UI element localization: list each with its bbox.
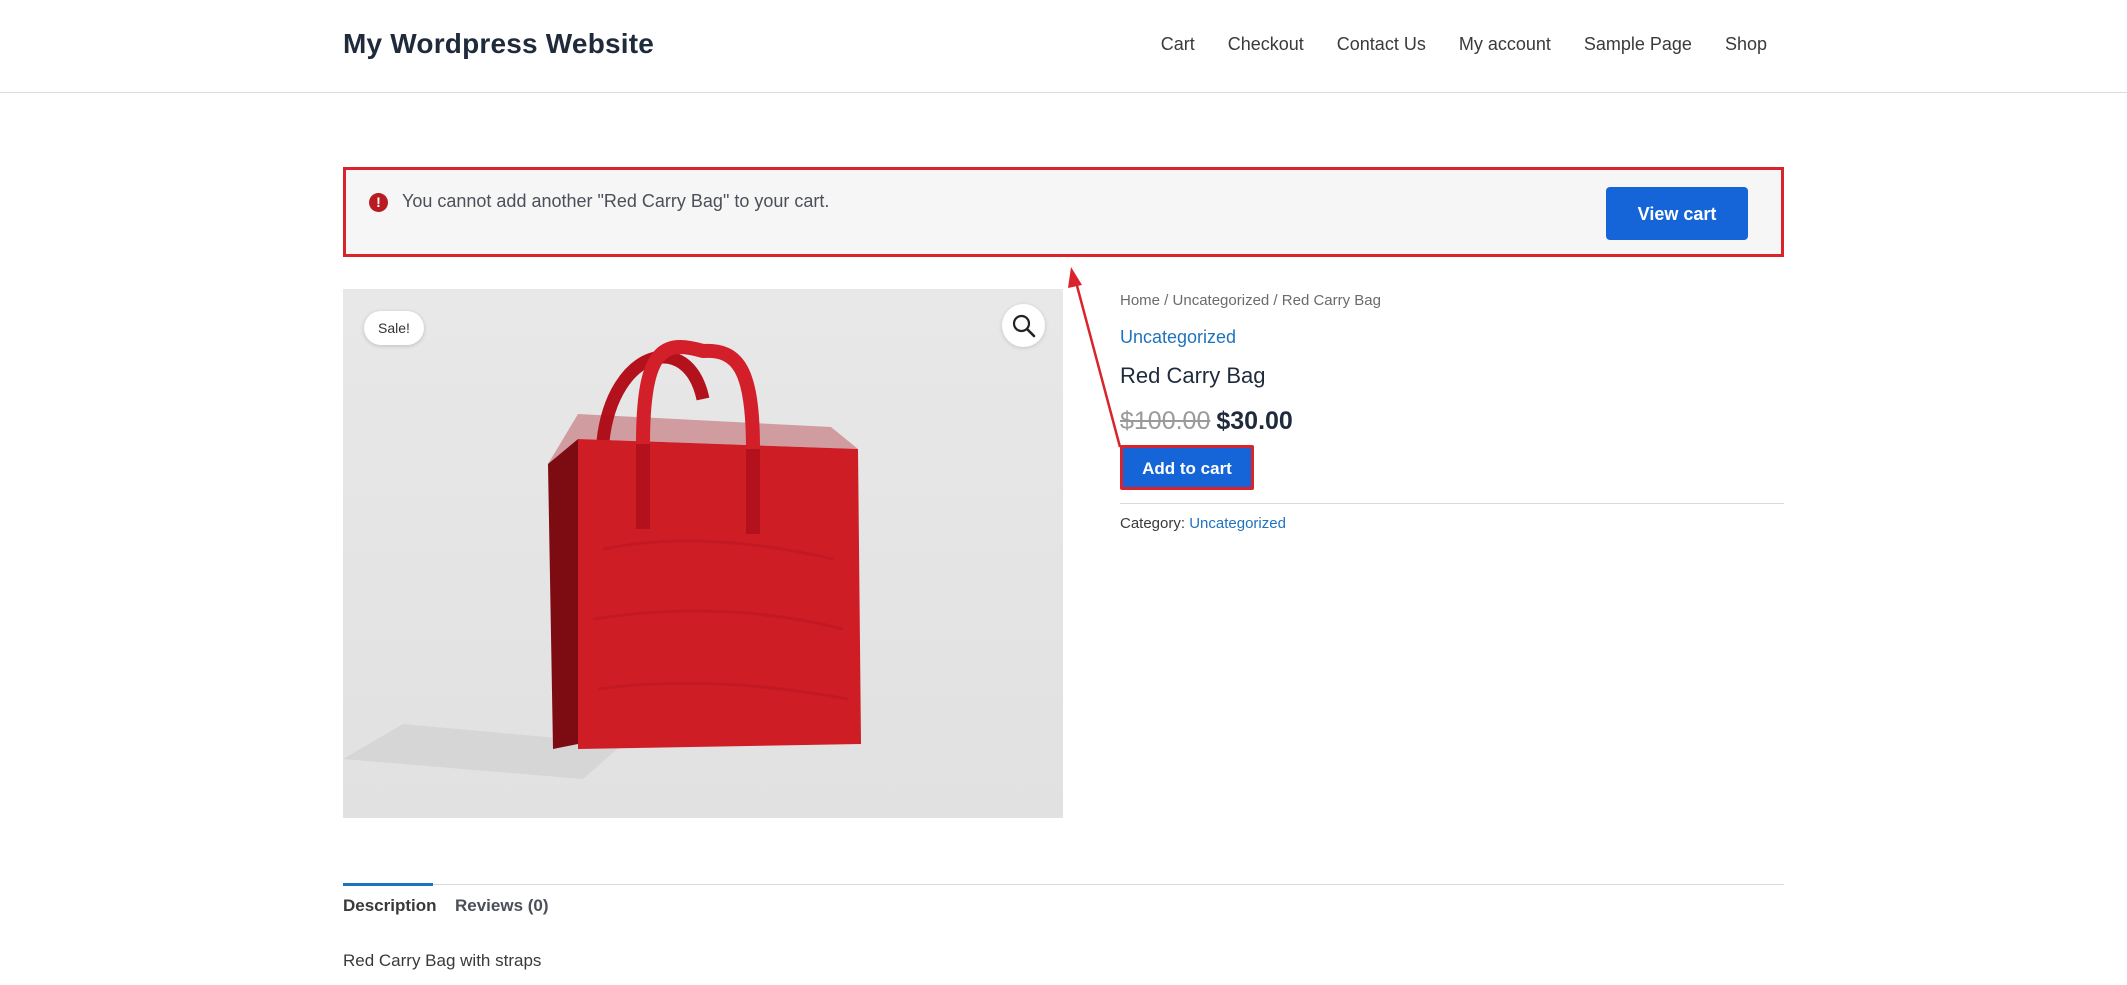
breadcrumb-separator: / [1160, 292, 1173, 309]
product-price: $100.00 $30.00 [1120, 407, 1293, 436]
nav-item-my-account[interactable]: My account [1459, 34, 1551, 55]
nav-item-sample-page[interactable]: Sample Page [1584, 34, 1692, 55]
product-category-link[interactable]: Uncategorized [1120, 327, 1236, 348]
error-icon: ! [369, 193, 388, 212]
product-gallery[interactable]: Sale! [343, 289, 1063, 818]
tab-description[interactable]: Description [343, 896, 437, 916]
site-header: My Wordpress Website Cart Checkout Conta… [0, 0, 2127, 93]
view-cart-button[interactable]: View cart [1606, 187, 1748, 240]
breadcrumb-category[interactable]: Uncategorized [1173, 292, 1270, 309]
add-to-cart-button[interactable]: Add to cart [1120, 445, 1254, 490]
error-notice: ! You cannot add another "Red Carry Bag"… [343, 167, 1784, 257]
annotation-arrow [1068, 267, 1122, 448]
main-nav: Cart Checkout Contact Us My account Samp… [1161, 34, 1767, 55]
product-meta: Category: Uncategorized [1120, 515, 1286, 532]
meta-label: Category: [1120, 515, 1186, 532]
sale-price: $30.00 [1216, 407, 1293, 435]
breadcrumb: Home / Uncategorized / Red Carry Bag [1120, 292, 1381, 309]
product-tabs: Description Reviews (0) [343, 883, 1784, 925]
regular-price: $100.00 [1120, 407, 1211, 435]
description-text: Red Carry Bag with straps [343, 951, 542, 970]
breadcrumb-home[interactable]: Home [1120, 292, 1160, 309]
breadcrumb-separator: / [1269, 292, 1282, 309]
red-bag-image [343, 339, 861, 779]
nav-item-checkout[interactable]: Checkout [1228, 34, 1304, 55]
nav-item-cart[interactable]: Cart [1161, 34, 1195, 55]
nav-item-shop[interactable]: Shop [1725, 34, 1767, 55]
breadcrumb-current: Red Carry Bag [1281, 292, 1381, 309]
active-tab-indicator [343, 883, 433, 886]
meta-category-link[interactable]: Uncategorized [1189, 515, 1286, 532]
tab-reviews[interactable]: Reviews (0) [455, 896, 549, 916]
notice-message: You cannot add another "Red Carry Bag" t… [402, 191, 830, 211]
product-title: Red Carry Bag [1120, 363, 1266, 388]
divider [1120, 503, 1784, 504]
site-title[interactable]: My Wordpress Website [343, 28, 654, 60]
nav-item-contact-us[interactable]: Contact Us [1337, 34, 1426, 55]
